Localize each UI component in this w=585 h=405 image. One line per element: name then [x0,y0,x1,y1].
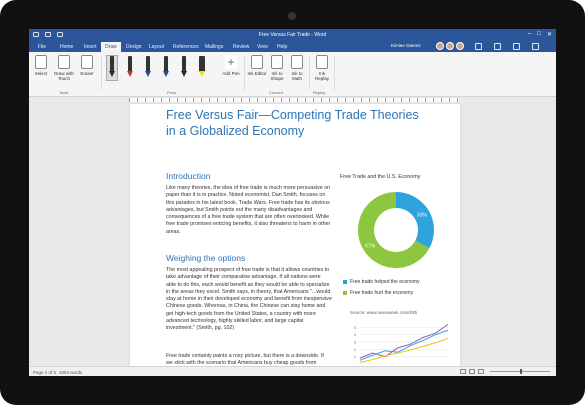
ink-editor-icon [251,55,263,69]
ink-to-shape-icon [271,55,283,69]
line-chart: 1 2 3 4 5 [354,323,449,364]
tab-mailings[interactable]: Mailings [205,44,223,50]
share-icon[interactable] [475,43,482,50]
pen-icon[interactable] [179,56,189,80]
legend-swatch [343,291,347,295]
ink-replay-button[interactable]: Ink Replay [312,55,332,81]
heading-weighing-options: Weighing the options [166,253,246,263]
ink-to-math-icon [291,55,303,69]
pen-icon[interactable] [125,56,135,80]
eraser-icon [81,55,93,69]
draw-ribbon: Select Draw with Touch Eraser + Add Pen … [29,52,556,97]
heading-introduction: Introduction [166,171,211,181]
user-name[interactable]: Kimiee Gaems [391,43,421,48]
y-tick-label: 5 [354,325,357,330]
ink-to-shape-button[interactable]: Ink to Shape [267,55,287,81]
legend-item: Free trade hurt the economy [343,290,413,296]
web-layout-icon[interactable] [478,369,484,374]
series-line [359,323,449,359]
tab-view[interactable]: View [257,44,268,50]
highlighter-icon[interactable] [197,56,207,80]
ribbon-tabs: File Home Insert Draw Design Layout Refe… [29,41,556,52]
donut-slice [395,192,434,249]
window-title: Free Versus Fair Trade - Word [258,32,327,38]
y-tick-label: 1 [354,354,357,359]
activity-icon[interactable] [494,43,501,50]
paragraph-introduction: Like many theories, the idea of free tra… [166,185,331,235]
print-layout-icon[interactable] [469,369,475,374]
chart-title: Free Trade and the U.S. Economy [340,174,421,180]
title-bar: Free Versus Fair Trade - Word – □ ✕ [29,29,556,41]
group-label-pens: Pens [167,90,177,95]
screen: Free Versus Fair Trade - Word – □ ✕ File… [29,29,556,376]
tab-layout[interactable]: Layout [149,44,164,50]
paragraph-options: The most appealing prospect of free trad… [166,267,332,332]
zoom-slider[interactable] [490,369,550,374]
eraser-tool[interactable]: Eraser [77,55,97,76]
horizontal-ruler [29,97,556,103]
divider [309,56,310,90]
pen-icon[interactable] [106,55,118,81]
document-page[interactable]: Free Versus Fair—Competing Trade Theorie… [130,104,460,366]
avatar[interactable] [436,42,444,50]
touch-draw-icon [58,55,70,69]
page-count[interactable]: Page 1 of 5 [33,370,56,375]
legend-item: Free trade helped the economy [343,279,420,285]
maximize-icon[interactable]: □ [537,31,541,38]
tab-home[interactable]: Home [60,44,73,50]
tab-help[interactable]: Help [277,44,287,50]
tab-insert[interactable]: Insert [84,44,97,50]
draw-with-touch-tool[interactable]: Draw with Touch [52,55,76,81]
plus-icon: + [225,55,237,69]
paragraph-downside: Free trade certainly paints a rosy pictu… [166,353,324,366]
view-buttons [460,369,484,374]
slice-data-label: 67% [365,243,376,249]
coauthor-avatars [436,42,464,50]
camera [288,12,296,20]
y-tick-label: 3 [354,340,357,345]
account-icon[interactable] [532,43,539,50]
tab-references[interactable]: References [173,44,199,50]
avatar[interactable] [446,42,454,50]
y-tick-label: 4 [354,332,357,337]
tab-draw[interactable]: Draw [101,42,121,52]
close-icon[interactable]: ✕ [547,31,552,38]
tab-file[interactable]: File [38,44,46,50]
word-count[interactable]: 1084 words [59,370,82,375]
comments-icon[interactable] [513,43,520,50]
pen-icon[interactable] [161,56,171,80]
read-mode-icon[interactable] [460,369,466,374]
tab-design[interactable]: Design [126,44,142,50]
tablet-bezel: Free Versus Fair Trade - Word – □ ✕ File… [0,0,585,405]
select-icon [35,55,47,69]
group-label-tools: Tools [59,90,69,95]
divider [334,56,335,90]
pen-gallery [105,54,215,82]
select-tool[interactable]: Select [31,55,51,76]
divider [244,56,245,90]
window-controls: – □ ✕ [528,31,552,38]
minimize-icon[interactable]: – [528,31,531,38]
avatar[interactable] [456,42,464,50]
document-title: Free Versus Fair—Competing Trade Theorie… [166,108,419,138]
group-label-replay: Replay [313,90,326,95]
group-label-convert: Convert [269,90,284,95]
legend-swatch [343,280,347,284]
ink-editor-button[interactable]: Ink Editor [247,55,267,76]
y-tick-label: 2 [354,347,357,352]
status-bar: Page 1 of 5 1084 words [29,366,556,376]
tab-review[interactable]: Review [233,44,249,50]
slice-data-label: 33% [417,213,428,219]
divider [101,56,102,90]
add-pen-button[interactable]: + Add Pen [220,55,242,76]
ink-replay-icon [316,55,328,69]
donut-chart: 33% 67% [358,192,434,268]
ink-to-math-button[interactable]: Ink to Math [287,55,307,81]
chart-source: Source: www.newsweek.com/835 [350,310,418,315]
pen-icon[interactable] [143,56,153,80]
